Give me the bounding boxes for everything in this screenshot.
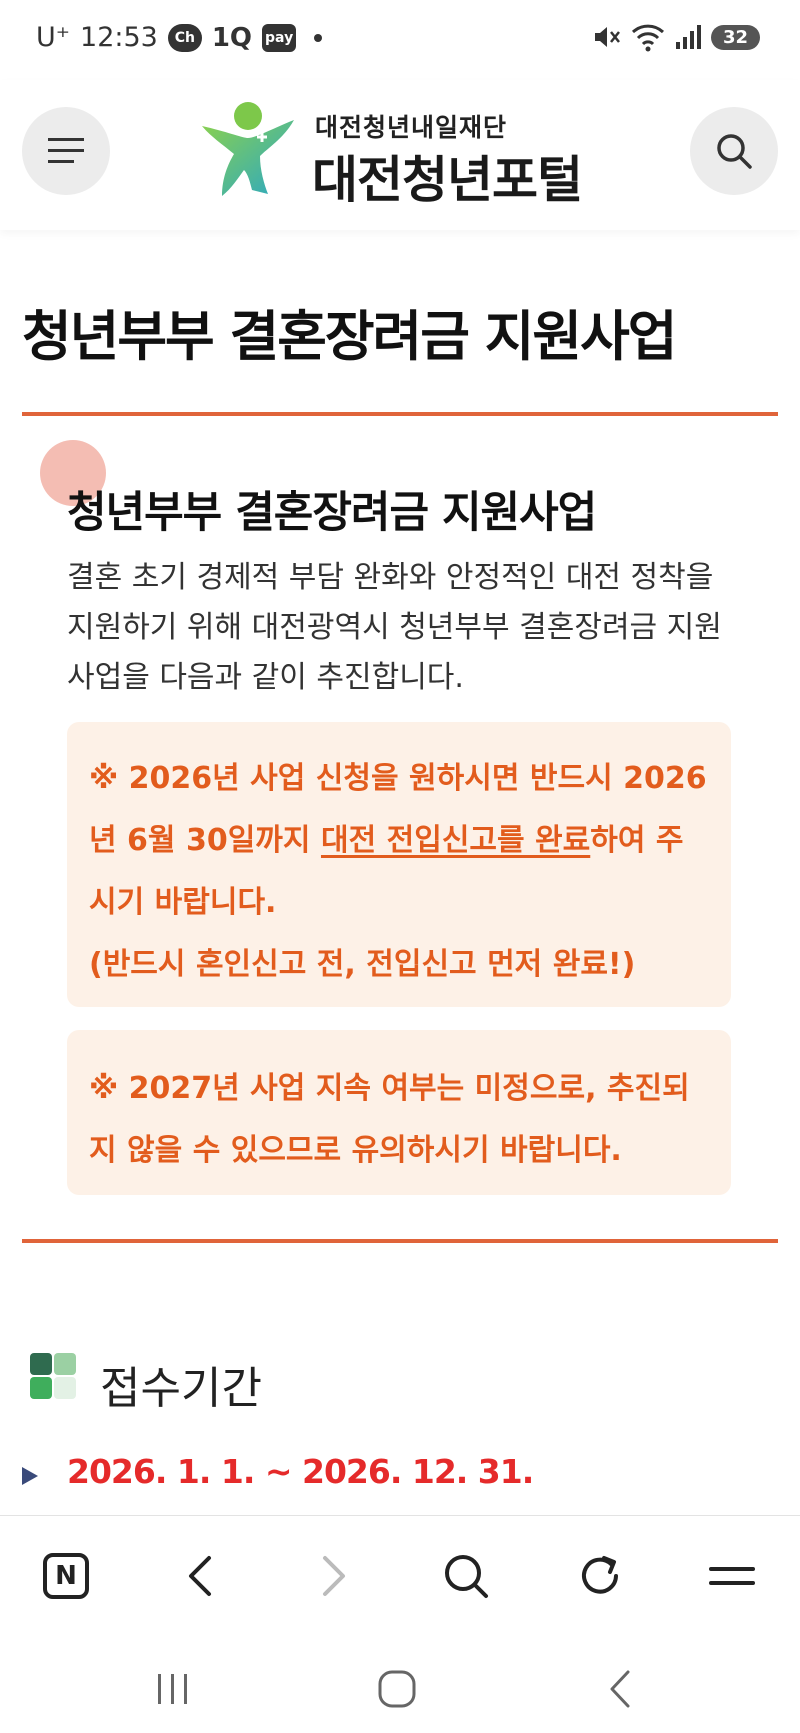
logo-subtitle: 대전청년내일재단: [315, 113, 508, 142]
bullet-icon: [22, 1467, 38, 1485]
back-icon: [610, 1670, 630, 1708]
browser-forward-button[interactable]: [304, 1546, 364, 1606]
notice-box-deadline: ※ 2026년 사업 신청을 원하시면 반드시 2026년 6월 30일까지 대…: [67, 722, 731, 1007]
recent-apps-button[interactable]: [143, 1659, 203, 1719]
clock: 12:53: [80, 22, 158, 53]
home-icon: [378, 1670, 416, 1708]
site-logo[interactable]: 대전청년내일재단 대전청년포털: [198, 98, 618, 209]
intro-text: 결혼 초기 경제적 부담 완화와 안정적인 대전 정착을 지원하기 위해 대전광…: [67, 560, 722, 695]
reception-heading: 접수기간: [100, 1363, 262, 1414]
browser-search-button[interactable]: [436, 1546, 496, 1606]
wifi-icon: [631, 24, 664, 52]
logo-figure-icon: [202, 102, 294, 196]
home-button[interactable]: [367, 1659, 427, 1719]
mute-icon: [594, 27, 620, 47]
naver-home-button[interactable]: N: [36, 1546, 96, 1606]
1q-app-icon: 1Q: [211, 22, 253, 53]
status-bar-left: U⁺ 12:53 Ch 1Q pay: [36, 22, 323, 53]
signal-icon: [675, 25, 701, 49]
channel-app-icon: Ch: [167, 23, 202, 52]
search-icon: [717, 134, 752, 169]
pay-app-icon: pay: [262, 23, 297, 52]
more-notifications-dot: [314, 33, 323, 42]
menu-button[interactable]: [22, 107, 110, 195]
notice-deadline-underlined: 대전 전입신고를 완료: [320, 823, 591, 858]
browser-menu-button[interactable]: [702, 1546, 762, 1606]
status-bar: U⁺ 12:53 Ch 1Q pay 32: [0, 0, 800, 80]
menu-icon: [709, 1567, 755, 1585]
forward-icon: [323, 1556, 345, 1596]
search-icon: [445, 1555, 488, 1598]
page-title: 청년부부 결혼장려금 지원사업: [22, 305, 677, 368]
reload-icon: [582, 1556, 618, 1594]
notice-box-continuation: ※ 2027년 사업 지속 여부는 미정으로, 추진되지 않을 수 있으므로 유…: [67, 1030, 731, 1195]
battery-icon: 32: [710, 24, 760, 50]
status-bar-right: 32: [591, 22, 760, 52]
notice-continuation-text: ※ 2027년 사업 지속 여부는 미정으로, 추진되지 않을 수 있으므로 유…: [89, 1071, 690, 1168]
site-header: 대전청년내일재단 대전청년포털: [0, 80, 800, 230]
browser-reload-button[interactable]: [570, 1546, 630, 1606]
reception-section-icon: [30, 1353, 76, 1399]
system-navigation-bar: [0, 1643, 800, 1733]
system-back-button[interactable]: [591, 1659, 651, 1719]
reception-period: 2026. 1. 1. ~ 2026. 12. 31.: [67, 1452, 534, 1491]
browser-back-button[interactable]: [170, 1546, 230, 1606]
carrier-label: U⁺: [36, 22, 71, 53]
notice-deadline-line2: (반드시 혼인신고 전, 전입신고 먼저 완료!): [89, 947, 636, 982]
recent-apps-icon: [158, 1674, 187, 1704]
header-search-button[interactable]: [690, 107, 778, 195]
section-divider-top: [22, 412, 778, 416]
back-icon: [189, 1556, 211, 1596]
browser-toolbar: N: [0, 1515, 800, 1644]
section-heading: 청년부부 결혼장려금 지원사업: [67, 488, 597, 538]
section-divider-bottom: [22, 1239, 778, 1243]
naver-home-icon: N: [43, 1553, 89, 1599]
logo-title: 대전청년포털: [312, 151, 583, 209]
notice-deadline-text: ※ 2026년 사업 신청을 원하시면 반드시 2026년 6월 30일까지 대…: [89, 748, 709, 934]
hamburger-menu-icon: [48, 138, 84, 163]
